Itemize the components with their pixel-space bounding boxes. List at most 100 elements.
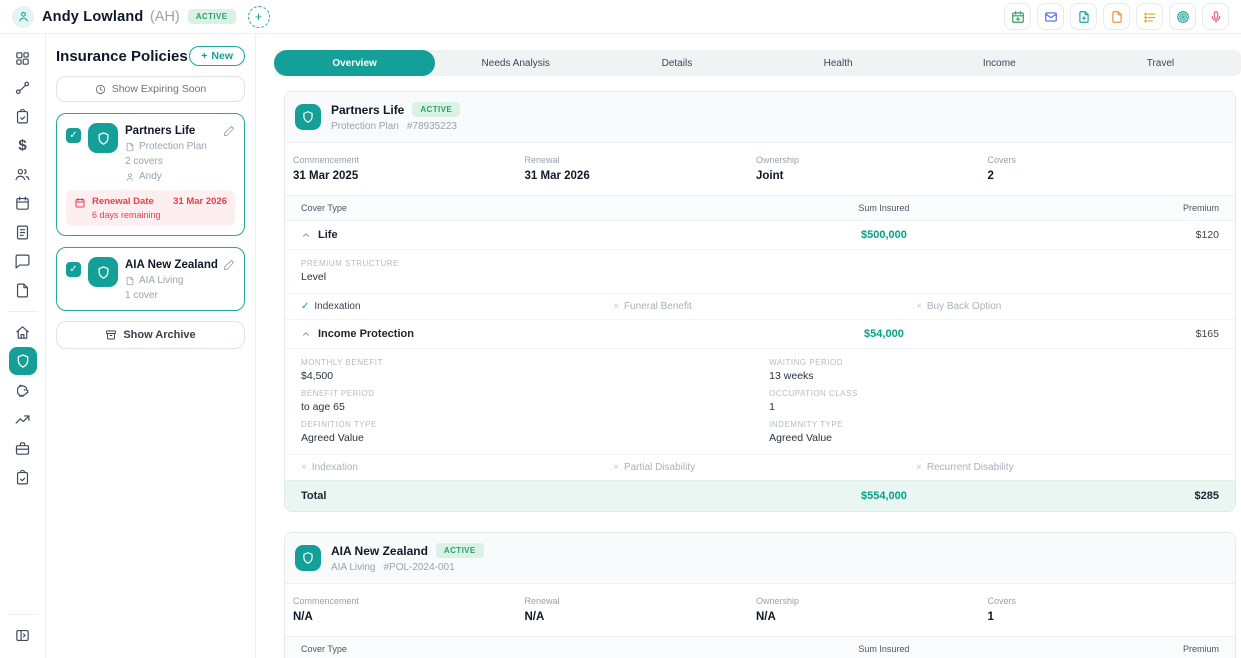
- task-list-button[interactable]: [1136, 3, 1163, 30]
- target-button[interactable]: [1169, 3, 1196, 30]
- task-list-icon: [1143, 10, 1157, 24]
- renewal-remaining: 6 days remaining: [92, 210, 227, 220]
- sidebar-item-tasks[interactable]: [9, 463, 37, 491]
- cover-row-income-protection[interactable]: Income Protection $54,000 $165: [285, 319, 1235, 348]
- policy-summary-fields: Commencement31 Mar 2025 Renewal31 Mar 20…: [285, 143, 1235, 195]
- target-icon: [1176, 10, 1190, 24]
- field-value: Joint: [756, 170, 988, 182]
- sidebar-item-business[interactable]: [9, 434, 37, 462]
- cover-type: Income Protection: [318, 328, 414, 340]
- show-expiring-button[interactable]: Show Expiring Soon: [56, 76, 245, 102]
- cross-icon: ×: [916, 301, 922, 312]
- sidebar-item-investments[interactable]: [9, 405, 37, 433]
- top-bar: Andy Lowland (AH) ACTIVE +: [0, 0, 1241, 34]
- detail-value: Level: [301, 271, 1219, 283]
- detail-value: Agreed Value: [769, 432, 1219, 444]
- microphone-icon: [1209, 10, 1223, 24]
- collapse-panel-icon: [14, 627, 31, 644]
- tab-income[interactable]: Income: [919, 50, 1080, 76]
- sidebar-item-notes[interactable]: [9, 218, 37, 246]
- policy-list-item-aia[interactable]: ✓ AIA New Zealand AIA Living 1 cover: [56, 247, 245, 311]
- tab-overview[interactable]: Overview: [274, 50, 435, 76]
- field-label: Commencement: [293, 596, 525, 606]
- policy-number: #POL-2024-001: [383, 562, 454, 573]
- cross-icon: ×: [301, 462, 307, 473]
- file-add-button[interactable]: [1070, 3, 1097, 30]
- top-bar-actions: [1004, 3, 1229, 30]
- client-initials: (AH): [150, 9, 180, 25]
- sidebar-item-messages[interactable]: [9, 247, 37, 275]
- sidebar-item-insurance[interactable]: [9, 347, 37, 375]
- microphone-button[interactable]: [1202, 3, 1229, 30]
- total-sum-insured: $554,000: [760, 490, 1008, 502]
- mail-button[interactable]: [1037, 3, 1064, 30]
- trending-up-icon: [14, 411, 31, 428]
- sidebar-item-clipboard[interactable]: [9, 102, 37, 130]
- policy-title: AIA New Zealand: [331, 544, 428, 558]
- policy-plan: Protection Plan: [139, 141, 207, 152]
- sidebar-item-home[interactable]: [9, 318, 37, 346]
- new-policy-button[interactable]: + New: [189, 46, 245, 66]
- cover-row-life[interactable]: Life $500,000 $120: [285, 221, 1235, 249]
- shield-avatar: [295, 545, 321, 571]
- sidebar-item-dashboard[interactable]: [9, 44, 37, 72]
- cover-features: ×Indexation ×Partial Disability ×Recurre…: [285, 454, 1235, 480]
- client-name: Andy Lowland: [42, 9, 143, 25]
- cover-features: ✓Indexation ×Funeral Benefit ×Buy Back O…: [285, 293, 1235, 319]
- calendar-add-button[interactable]: [1004, 3, 1031, 30]
- detail-value: $4,500: [301, 370, 769, 382]
- home-icon: [14, 324, 31, 341]
- field-label: Renewal: [525, 596, 757, 606]
- cross-icon: ×: [916, 462, 922, 473]
- policy-covers: 2 covers: [125, 156, 163, 167]
- policy-number: #78935223: [407, 121, 457, 132]
- field-label: Ownership: [756, 155, 988, 165]
- tab-health[interactable]: Health: [758, 50, 919, 76]
- policy-list-item-partners-life[interactable]: ✓ Partners Life Protection Plan 2 covers…: [56, 113, 245, 236]
- policy-owner: Andy: [139, 171, 162, 182]
- add-client-item-button[interactable]: +: [248, 6, 270, 28]
- tab-travel[interactable]: Travel: [1080, 50, 1241, 76]
- field-label: Commencement: [293, 155, 525, 165]
- cross-icon: ×: [613, 462, 619, 473]
- chevron-up-icon: [301, 230, 311, 240]
- piggy-bank-icon: [14, 382, 31, 399]
- feature-label: Indexation: [312, 462, 358, 473]
- shield-avatar: [88, 123, 118, 153]
- collapse-panel-button[interactable]: [9, 621, 37, 649]
- edit-policy-button[interactable]: [223, 123, 235, 137]
- sidebar-item-files[interactable]: [9, 276, 37, 304]
- sidebar-item-contacts[interactable]: [9, 160, 37, 188]
- document-lines-icon: [14, 224, 31, 241]
- policy-name: Partners Life: [125, 123, 223, 137]
- show-archive-button[interactable]: Show Archive: [56, 321, 245, 349]
- sidebar-item-calendar[interactable]: [9, 189, 37, 217]
- tab-needs-analysis[interactable]: Needs Analysis: [435, 50, 596, 76]
- detail-value: to age 65: [301, 401, 769, 413]
- edit-policy-button[interactable]: [223, 257, 235, 271]
- sidebar-item-finance[interactable]: $: [9, 131, 37, 159]
- feature-label: Recurrent Disability: [927, 462, 1014, 473]
- person-icon: [17, 10, 30, 23]
- total-premium: $285: [1008, 490, 1219, 502]
- tab-bar: Overview Needs Analysis Details Health I…: [274, 50, 1241, 76]
- sidebar-item-savings[interactable]: [9, 376, 37, 404]
- shield-avatar: [88, 257, 118, 287]
- detail-label: BENEFIT PERIOD: [301, 389, 769, 398]
- detail-label: OCCUPATION CLASS: [769, 389, 1219, 398]
- archive-icon: [105, 329, 117, 341]
- detail-value: 1: [769, 401, 1219, 413]
- policy-plan: Protection Plan: [331, 121, 399, 132]
- policy-checkbox[interactable]: ✓: [66, 262, 81, 277]
- clock-icon: [95, 84, 106, 95]
- branch-icon: [14, 79, 31, 96]
- field-label: Covers: [988, 155, 1220, 165]
- tab-details[interactable]: Details: [596, 50, 757, 76]
- sidebar-item-pathway[interactable]: [9, 73, 37, 101]
- detail-label: INDEMNITY TYPE: [769, 420, 1219, 429]
- chat-icon: [14, 253, 31, 270]
- check-icon: ✓: [301, 301, 309, 312]
- document-button[interactable]: [1103, 3, 1130, 30]
- cover-sum-insured: $500,000: [760, 229, 1008, 241]
- policy-checkbox[interactable]: ✓: [66, 128, 81, 143]
